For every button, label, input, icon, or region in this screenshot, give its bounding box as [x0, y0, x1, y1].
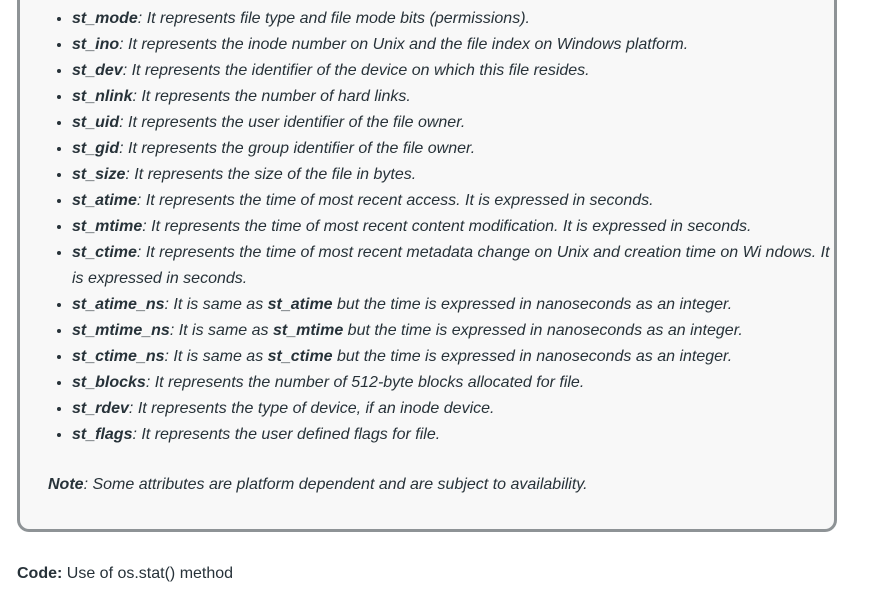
code-heading: Code: Use of os.stat() method — [17, 561, 233, 587]
attribute-info-box: st_mode: It represents file type and fil… — [17, 0, 837, 532]
list-item: st_rdev: It represents the type of devic… — [72, 396, 842, 422]
attribute-description: : It represents the identifier of the de… — [122, 62, 590, 79]
list-item: st_uid: It represents the user identifie… — [72, 110, 842, 136]
list-item: st_ino: It represents the inode number o… — [72, 32, 842, 58]
note-text: : Some attributes are platform dependent… — [83, 476, 588, 493]
attribute-reference: st_ctime — [267, 348, 333, 365]
list-item: st_atime: It represents the time of most… — [72, 188, 842, 214]
list-item: st_ctime_ns: It is same as st_ctime but … — [72, 344, 842, 370]
list-item: st_atime_ns: It is same as st_atime but … — [72, 292, 842, 318]
list-item: st_nlink: It represents the number of ha… — [72, 84, 842, 110]
attribute-name: st_atime_ns — [72, 296, 165, 313]
attribute-name: st_uid — [72, 114, 120, 131]
attribute-description: : It is same as — [169, 322, 273, 339]
attribute-name: st_flags — [72, 426, 133, 443]
attribute-name: st_dev — [72, 62, 123, 79]
attribute-name: st_mtime_ns — [72, 322, 170, 339]
attribute-description: : It represents the number of 512-byte b… — [145, 374, 585, 391]
list-item: st_mode: It represents file type and fil… — [72, 6, 842, 32]
attribute-description: : It represents the user defined flags f… — [132, 426, 441, 443]
attribute-description: but the time is expressed in nanoseconds… — [332, 348, 733, 365]
list-item: st_blocks: It represents the number of 5… — [72, 370, 842, 396]
attribute-description: but the time is expressed in nanoseconds… — [343, 322, 743, 339]
attribute-description: : It represents the user identifier of t… — [119, 114, 466, 131]
list-item: st_size: It represents the size of the f… — [72, 162, 842, 188]
list-item: st_mtime: It represents the time of most… — [72, 214, 842, 240]
attribute-description: : It represents the type of device, if a… — [128, 400, 495, 417]
attribute-reference: st_mtime — [272, 322, 344, 339]
attribute-description: : It represents file type and file mode … — [137, 10, 530, 27]
attribute-reference: st_atime — [267, 296, 333, 313]
attribute-name: st_rdev — [72, 400, 129, 417]
attribute-name: st_gid — [72, 140, 120, 157]
attribute-name: st_mode — [72, 10, 138, 27]
attribute-description: : It represents the time of most recent … — [136, 192, 654, 209]
list-item: st_dev: It represents the identifier of … — [72, 58, 842, 84]
attribute-description: : It represents the size of the file in … — [125, 166, 417, 183]
attribute-description: : It represents the inode number on Unix… — [119, 36, 689, 53]
attribute-list: st_mode: It represents file type and fil… — [48, 6, 842, 448]
attribute-name: st_atime — [72, 192, 137, 209]
list-item: st_gid: It represents the group identifi… — [72, 136, 842, 162]
list-item: st_mtime_ns: It is same as st_mtime but … — [72, 318, 842, 344]
list-item: st_flags: It represents the user defined… — [72, 422, 842, 448]
attribute-description: : It represents the group identifier of … — [119, 140, 476, 157]
attribute-name: st_ctime — [72, 244, 137, 261]
code-label: Code: — [17, 565, 63, 582]
attribute-description: but the time is expressed in nanoseconds… — [332, 296, 733, 313]
attribute-description: : It represents the number of hard links… — [132, 88, 411, 105]
attribute-name: st_size — [72, 166, 126, 183]
attribute-description: : It is same as — [164, 296, 268, 313]
attribute-name: st_blocks — [72, 374, 146, 391]
attribute-name: st_mtime — [72, 218, 143, 235]
code-text: Use of os.stat() method — [62, 565, 234, 582]
note-label: Note — [48, 476, 84, 493]
attribute-description: : It represents the time of most recent … — [72, 244, 830, 287]
attribute-name: st_nlink — [72, 88, 133, 105]
attribute-description: : It represents the time of most recent … — [142, 218, 752, 235]
note-paragraph: Note: Some attributes are platform depen… — [48, 472, 588, 498]
attribute-name: st_ino — [72, 36, 120, 53]
list-item: st_ctime: It represents the time of most… — [72, 240, 842, 292]
attribute-description: : It is same as — [164, 348, 268, 365]
attribute-name: st_ctime_ns — [72, 348, 165, 365]
